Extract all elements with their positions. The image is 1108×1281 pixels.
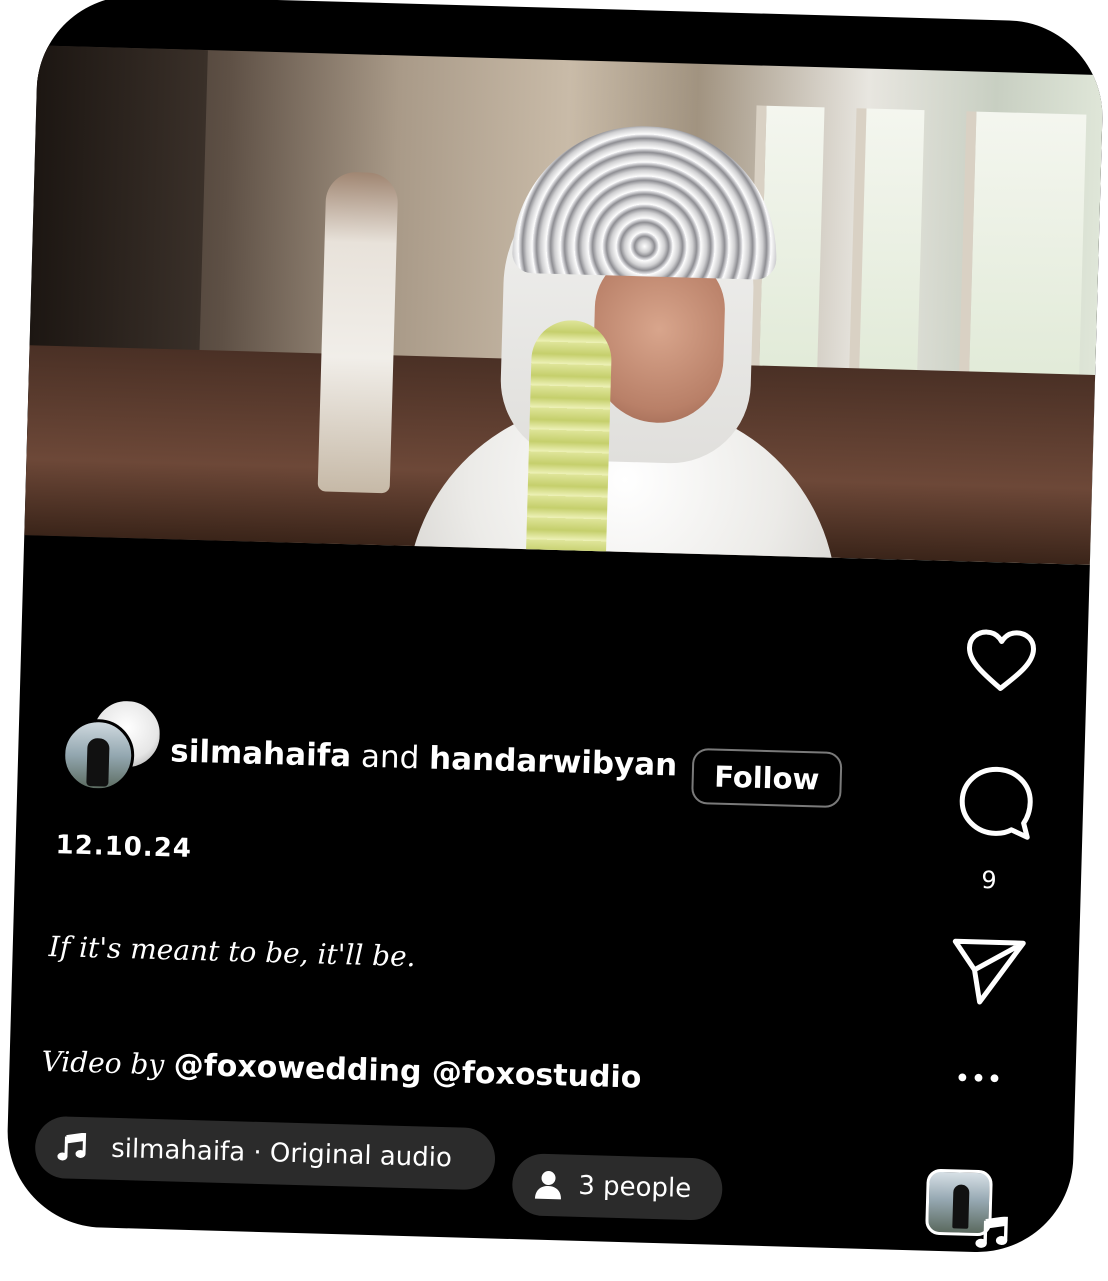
original-audio-pill[interactable]: silmahaifa · Original audio bbox=[34, 1115, 496, 1191]
comment-count: 9 bbox=[980, 866, 998, 895]
post-authors: silmahaifa and handarwibyan bbox=[170, 733, 678, 783]
authors-connector: and bbox=[360, 738, 420, 777]
more-icon[interactable]: ••• bbox=[949, 1063, 1010, 1095]
post-credit: Video by @foxowedding @foxostudio bbox=[41, 1044, 642, 1096]
post-date: 12.10.24 bbox=[55, 830, 193, 864]
person-icon bbox=[534, 1170, 563, 1201]
photo-groom-figure bbox=[317, 171, 399, 494]
photo-window bbox=[848, 108, 925, 410]
photo-crown bbox=[511, 122, 780, 281]
username-handarwibyan[interactable]: handarwibyan bbox=[429, 741, 678, 784]
music-note-icon bbox=[975, 1216, 1010, 1255]
collab-avatars[interactable] bbox=[61, 696, 164, 793]
people-label: 3 people bbox=[577, 1170, 692, 1205]
audio-label: silmahaifa · Original audio bbox=[110, 1133, 453, 1174]
username-silmahaifa[interactable]: silmahaifa bbox=[170, 733, 352, 774]
credit-label: Video by bbox=[41, 1044, 165, 1082]
photo-window bbox=[958, 111, 1087, 415]
photo-bride-figure bbox=[405, 96, 850, 565]
tagged-people-pill[interactable]: 3 people bbox=[511, 1153, 724, 1221]
avatar-silmahaifa[interactable] bbox=[61, 718, 136, 793]
follow-button[interactable]: Follow bbox=[691, 747, 843, 809]
send-icon[interactable] bbox=[950, 935, 1028, 1007]
credit-tags[interactable]: @foxowedding @foxostudio bbox=[173, 1048, 642, 1096]
comment-icon[interactable] bbox=[956, 763, 1036, 843]
heart-icon[interactable] bbox=[962, 625, 1040, 697]
photo-jasmine-garland bbox=[524, 319, 613, 565]
post-video-thumbnail[interactable] bbox=[24, 45, 1104, 565]
reel-post-card: 9 ••• silmahaifa and handarwibyan Follow… bbox=[5, 0, 1105, 1255]
music-note-icon bbox=[57, 1132, 88, 1163]
post-caption: If it's meant to be, it'll be. bbox=[48, 929, 417, 974]
